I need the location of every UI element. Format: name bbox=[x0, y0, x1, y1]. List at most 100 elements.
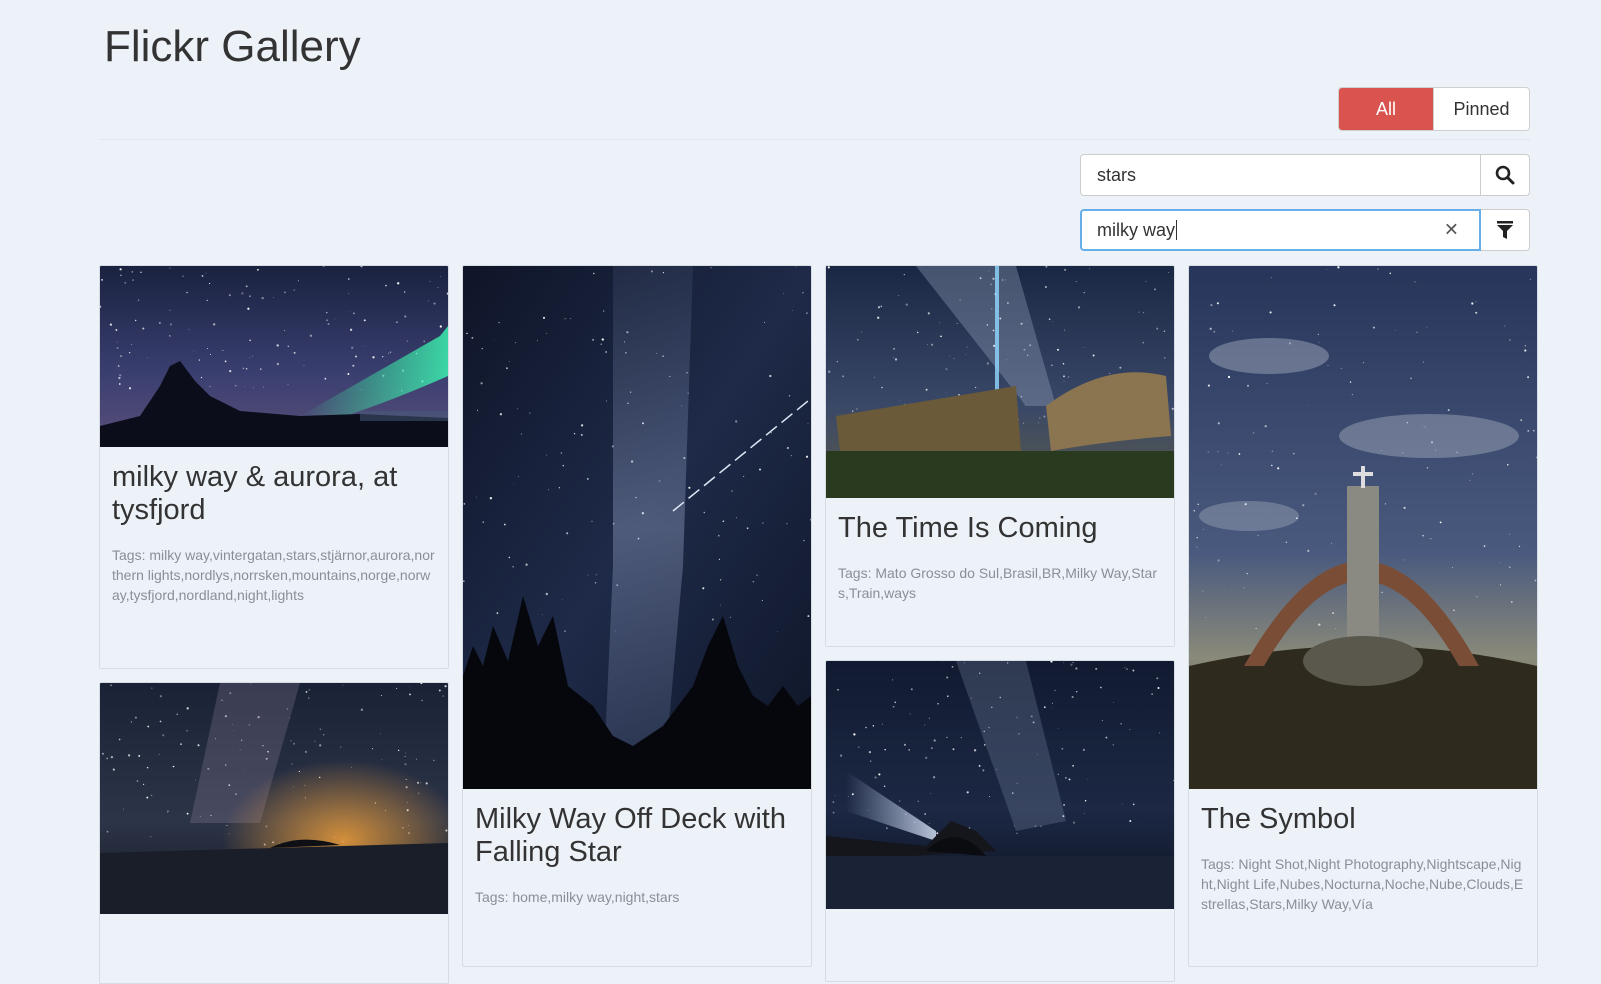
star-dot bbox=[119, 374, 122, 377]
photo-card[interactable]: Milky Way Off Deck with Falling Star Tag… bbox=[462, 265, 812, 967]
star-dot bbox=[1220, 463, 1222, 465]
search-group: stars bbox=[1080, 154, 1530, 196]
all-button[interactable]: All bbox=[1339, 88, 1433, 130]
star-dot bbox=[1246, 572, 1248, 575]
star-dot bbox=[903, 273, 905, 276]
star-dot bbox=[1332, 612, 1335, 615]
photo-card[interactable]: The Time Is Coming Tags: Mato Grosso do … bbox=[825, 265, 1175, 647]
star-dot bbox=[703, 511, 706, 514]
star-dot bbox=[1197, 503, 1199, 506]
card-title: The Symbol bbox=[1201, 803, 1356, 835]
star-dot bbox=[731, 490, 734, 492]
search-input[interactable]: stars bbox=[1080, 154, 1481, 196]
star-dot bbox=[966, 346, 968, 348]
filter-button[interactable] bbox=[1481, 209, 1530, 251]
star-dot bbox=[1471, 473, 1474, 475]
star-dot bbox=[1039, 417, 1041, 419]
star-dot bbox=[805, 312, 808, 315]
star-dot bbox=[1224, 588, 1225, 589]
star-dot bbox=[1157, 686, 1160, 690]
photo-card[interactable] bbox=[825, 660, 1175, 982]
star-dot bbox=[1414, 281, 1416, 283]
star-dot bbox=[930, 793, 932, 795]
star-dot bbox=[769, 374, 772, 378]
card-tags: Tags: milky way,vintergatan,stars,stjärn… bbox=[112, 547, 435, 603]
filter-input[interactable]: milky way ✕ bbox=[1080, 209, 1481, 251]
star-dot bbox=[1252, 432, 1255, 434]
star-dot bbox=[883, 785, 886, 788]
star-dot bbox=[865, 726, 867, 729]
star-dot bbox=[1064, 776, 1067, 779]
star-dot bbox=[770, 432, 772, 434]
star-dot bbox=[1129, 729, 1131, 731]
star-dot bbox=[1089, 268, 1091, 270]
star-dot bbox=[916, 331, 919, 334]
star-dot bbox=[326, 319, 328, 321]
photo-card[interactable]: The Symbol Tags: Night Shot,Night Photog… bbox=[1188, 265, 1538, 967]
star-dot bbox=[1351, 393, 1354, 396]
pinned-button[interactable]: Pinned bbox=[1433, 88, 1529, 130]
star-dot bbox=[513, 484, 515, 486]
star-dot bbox=[878, 773, 881, 776]
star-dot bbox=[746, 527, 749, 530]
star-dot bbox=[1052, 321, 1053, 323]
star-dot bbox=[1124, 667, 1126, 669]
star-dot bbox=[956, 322, 958, 324]
star-dot bbox=[1095, 667, 1098, 670]
star-dot bbox=[949, 355, 951, 357]
star-dot bbox=[198, 359, 201, 361]
star-dot bbox=[508, 556, 510, 559]
star-dot bbox=[1285, 541, 1288, 543]
card-title: milky way & aurora, at tysfjord bbox=[112, 461, 398, 526]
star-dot bbox=[1418, 286, 1420, 287]
star-dot bbox=[480, 382, 483, 385]
star-dot bbox=[493, 339, 495, 341]
star-dot bbox=[1527, 429, 1530, 432]
star-dot bbox=[1389, 272, 1392, 275]
card-title: Milky Way Off Deck with Falling Star bbox=[475, 803, 786, 868]
star-dot bbox=[433, 302, 436, 305]
clear-icon[interactable]: ✕ bbox=[1444, 220, 1459, 241]
star-dot bbox=[1524, 345, 1527, 347]
star-dot bbox=[1163, 357, 1166, 359]
star-dot bbox=[140, 271, 142, 274]
star-dot bbox=[476, 409, 479, 411]
photo-card[interactable]: milky way & aurora, at tysfjord Tags: mi… bbox=[99, 265, 449, 669]
star-dot bbox=[786, 523, 788, 525]
search-button[interactable] bbox=[1481, 154, 1530, 196]
photo-image bbox=[826, 661, 1174, 909]
star-dot bbox=[832, 801, 835, 803]
star-dot bbox=[939, 321, 941, 323]
star-dot bbox=[1132, 803, 1135, 806]
star-dot bbox=[564, 318, 566, 320]
star-dot bbox=[525, 563, 528, 566]
star-dot bbox=[932, 776, 936, 779]
photo-card[interactable] bbox=[99, 682, 449, 984]
star-dot bbox=[1099, 686, 1102, 689]
star-dot bbox=[1269, 311, 1272, 314]
star-dot bbox=[1051, 707, 1053, 709]
star-dot bbox=[758, 468, 762, 471]
star-dot bbox=[387, 352, 390, 354]
star-dot bbox=[293, 351, 296, 354]
star-dot bbox=[1518, 545, 1521, 548]
star-dot bbox=[1062, 662, 1064, 664]
star-dot bbox=[128, 387, 132, 390]
star-dot bbox=[927, 343, 928, 345]
star-dot bbox=[146, 357, 148, 358]
star-dot bbox=[335, 318, 337, 320]
star-dot bbox=[1153, 288, 1157, 291]
star-dot bbox=[1213, 330, 1216, 333]
star-dot bbox=[518, 476, 520, 478]
star-dot bbox=[542, 614, 543, 616]
star-dot bbox=[503, 523, 506, 526]
card-tags: Tags: Night Shot,Night Photography,Night… bbox=[1201, 856, 1524, 912]
star-dot bbox=[1377, 268, 1379, 270]
star-dot bbox=[261, 296, 264, 300]
star-dot bbox=[1173, 780, 1174, 782]
star-dot bbox=[1227, 375, 1231, 379]
star-dot bbox=[482, 521, 484, 523]
star-dot bbox=[186, 291, 188, 294]
star-dot bbox=[880, 305, 883, 308]
star-dot bbox=[951, 666, 954, 668]
